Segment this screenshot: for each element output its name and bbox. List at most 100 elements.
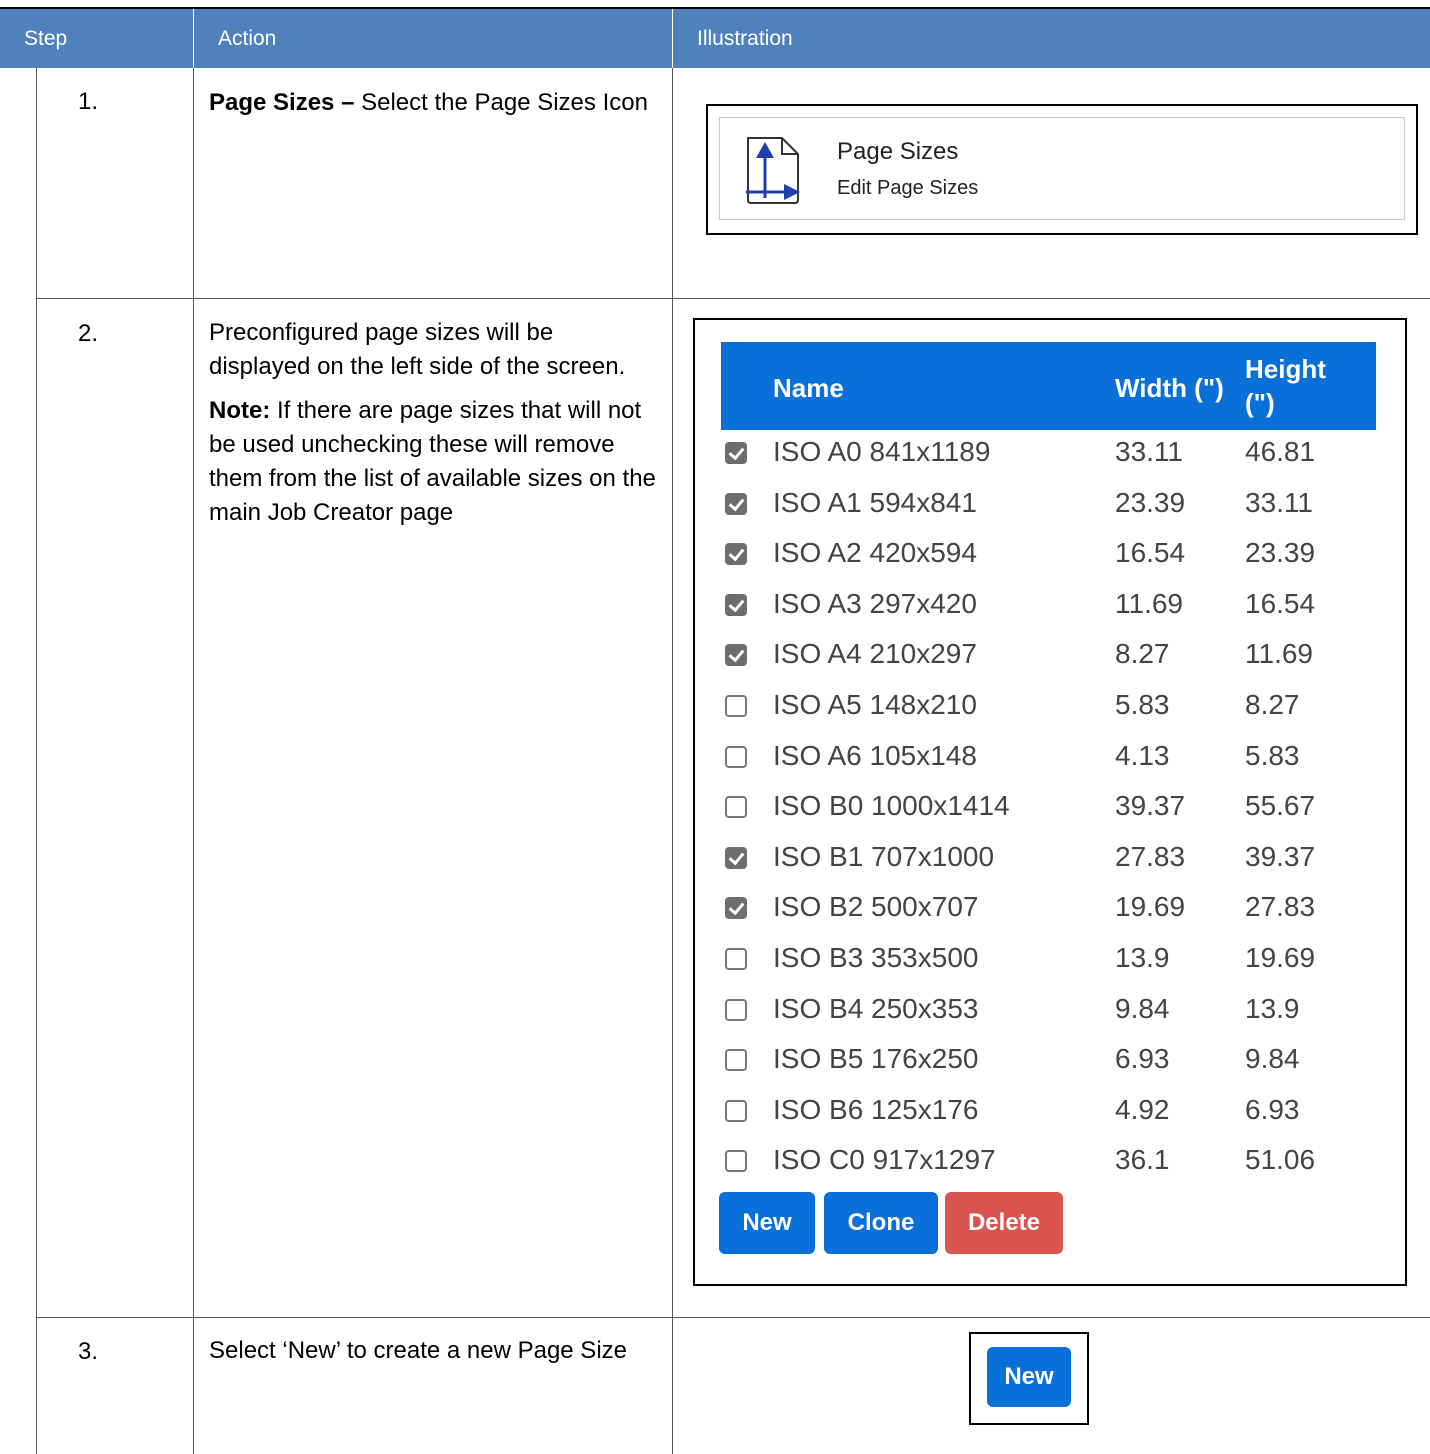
tile-title: Page Sizes	[837, 138, 959, 165]
row-checkbox[interactable]	[725, 745, 747, 768]
size-width: 23.39	[1115, 486, 1186, 518]
grid-line	[36, 1317, 1430, 1318]
header-step: Step	[0, 9, 193, 68]
size-name: ISO A5 148x210	[773, 689, 977, 720]
size-name: ISO A0 841x1189	[773, 436, 991, 467]
size-name: ISO B3 353x500	[773, 942, 979, 973]
step-number: 2.	[78, 320, 99, 347]
row-checkbox[interactable]	[725, 644, 747, 667]
row-checkbox[interactable]	[725, 948, 747, 970]
grid-line	[36, 298, 1430, 299]
size-width: 36.1	[1115, 1144, 1170, 1176]
page-sizes-tile[interactable]: Page Sizes Edit Page Sizes	[719, 117, 1405, 220]
page-sizes-table-illustration: Name Width (") Height (") ISO A0 841x118…	[693, 318, 1407, 1286]
row-checkbox[interactable]	[725, 897, 747, 920]
action-paragraph: Preconfigured page sizes will be display…	[209, 319, 626, 380]
size-name: ISO B2 500x707	[773, 891, 979, 923]
size-width: 39.37	[1115, 790, 1186, 822]
size-height: 19.69	[1245, 942, 1316, 973]
size-width: 8.27	[1115, 638, 1170, 670]
size-height: 16.54	[1245, 587, 1316, 619]
table-row[interactable]: ISO B2 500x707 19.69 27.83	[721, 887, 1381, 937]
row-checkbox[interactable]	[725, 442, 747, 464]
table-row[interactable]: ISO A4 210x297 8.27 11.69	[721, 634, 1381, 684]
table-row[interactable]: ISO B5 176x250 6.93 9.84	[721, 1039, 1381, 1089]
note-text: If there are page sizes that will not be…	[209, 397, 656, 526]
size-height: 11.69	[1245, 638, 1313, 670]
table-row[interactable]: ISO B3 353x500 13.9 19.69	[721, 938, 1381, 988]
column-header-height[interactable]: Height (")	[1245, 352, 1326, 420]
size-height: 55.67	[1245, 790, 1316, 822]
table-row[interactable]: ISO A2 420x594 16.54 23.39	[721, 533, 1381, 583]
size-name: ISO B4 250x353	[773, 992, 979, 1024]
size-height: 23.39	[1245, 537, 1316, 569]
new-button-illustration: New	[969, 1332, 1089, 1425]
grid-line	[672, 68, 673, 1454]
table-row[interactable]: ISO B0 1000x1414 39.37 55.67	[721, 786, 1381, 836]
size-name: ISO B0 1000x1414	[773, 790, 1010, 822]
table-row[interactable]: ISO A0 841x1189 33.11 46.81	[721, 432, 1381, 482]
size-name: ISO B6 125x176	[773, 1093, 979, 1125]
step-number: 1.	[78, 88, 99, 115]
row-checkbox[interactable]	[725, 492, 747, 515]
size-width: 33.11	[1115, 436, 1183, 467]
table-row[interactable]: ISO C0 917x1297 36.1 51.06	[721, 1140, 1381, 1190]
table-row[interactable]: ISO B6 125x176 4.92 6.93	[721, 1090, 1381, 1140]
step-number: 3.	[78, 1338, 99, 1365]
table-row[interactable]: ISO B4 250x353 9.84 13.9	[721, 989, 1381, 1039]
table-row[interactable]: ISO A1 594x841 23.39 33.11	[721, 483, 1381, 533]
size-height: 39.37	[1245, 840, 1316, 872]
size-name: ISO C0 917x1297	[773, 1144, 996, 1176]
size-name: ISO A6 105x148	[773, 739, 977, 771]
table-header: Name Width (") Height (")	[721, 342, 1376, 430]
row-checkbox[interactable]	[725, 593, 747, 616]
size-name: ISO A2 420x594	[773, 537, 977, 569]
size-width: 16.54	[1115, 537, 1186, 569]
size-height: 51.06	[1245, 1144, 1316, 1176]
row-checkbox[interactable]	[725, 846, 747, 869]
clone-button[interactable]: Clone	[824, 1192, 938, 1254]
delete-button[interactable]: Delete	[945, 1192, 1063, 1254]
table-row[interactable]: ISO A6 105x148 4.13 5.83	[721, 736, 1381, 786]
header-illustration-label: Illustration	[697, 27, 793, 50]
size-height: 6.93	[1245, 1093, 1300, 1125]
grid-line	[193, 68, 194, 1454]
size-width: 13.9	[1115, 942, 1170, 973]
row-checkbox[interactable]	[725, 1150, 747, 1173]
action-text: Select the Page Sizes Icon	[354, 89, 648, 116]
height-unit: (")	[1245, 388, 1275, 418]
size-height: 27.83	[1245, 891, 1316, 923]
size-name: ISO A3 297x420	[773, 587, 977, 619]
size-width: 4.13	[1115, 739, 1170, 771]
grid-line	[36, 68, 37, 1454]
column-header-name[interactable]: Name	[773, 373, 844, 404]
header-action-label: Action	[218, 27, 277, 50]
size-height: 13.9	[1245, 992, 1300, 1024]
header-illustration: Illustration	[673, 9, 1430, 68]
new-button[interactable]: New	[719, 1192, 815, 1254]
size-height: 8.27	[1245, 689, 1300, 720]
size-width: 11.69	[1115, 587, 1183, 619]
new-button[interactable]: New	[987, 1347, 1071, 1407]
row-checkbox[interactable]	[725, 998, 747, 1021]
table-row[interactable]: ISO A5 148x210 5.83 8.27	[721, 685, 1381, 735]
table-row[interactable]: ISO B1 707x1000 27.83 39.37	[721, 837, 1381, 887]
size-height: 46.81	[1245, 436, 1316, 467]
row-checkbox[interactable]	[725, 1049, 747, 1072]
page-sizes-illustration: Page Sizes Edit Page Sizes	[706, 104, 1418, 235]
page-sizes-icon	[746, 137, 800, 204]
table-row[interactable]: ISO A3 297x420 11.69 16.54	[721, 584, 1381, 634]
height-label: Height	[1245, 354, 1326, 384]
size-width: 19.69	[1115, 891, 1186, 923]
size-width: 6.93	[1115, 1043, 1170, 1075]
size-name: ISO B1 707x1000	[773, 840, 995, 872]
size-height: 5.83	[1245, 739, 1300, 771]
row-checkbox[interactable]	[725, 543, 747, 566]
row-checkbox[interactable]	[725, 1099, 747, 1122]
action-text: Select ‘New’ to create a new Page Size	[209, 1337, 627, 1364]
row-checkbox[interactable]	[725, 695, 747, 717]
size-name: ISO B5 176x250	[773, 1043, 979, 1075]
step-action: Preconfigured page sizes will be display…	[209, 316, 659, 540]
column-header-width[interactable]: Width (")	[1115, 373, 1224, 404]
row-checkbox[interactable]	[725, 796, 747, 819]
